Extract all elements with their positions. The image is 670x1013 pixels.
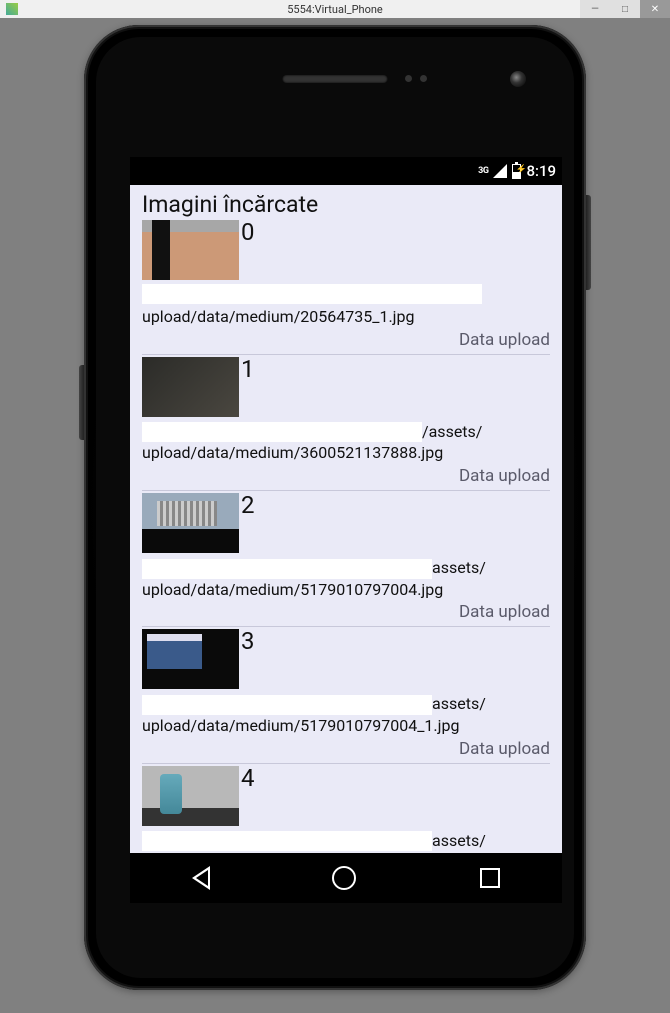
item-status: Data upload: [142, 600, 550, 622]
upload-list[interactable]: 0 upload/data/medium/20564735_1.jpg Data…: [130, 220, 562, 855]
network-type-icon: 3G: [478, 166, 488, 176]
item-url: upload/data/medium/20564735_1.jpg: [142, 284, 550, 328]
phone-bezel: 3G ⚡ 8:19 Imagini încărcate 0 uplo: [96, 37, 574, 978]
front-camera: [510, 71, 526, 87]
status-bar[interactable]: 3G ⚡ 8:19: [130, 157, 562, 185]
thumbnail-image[interactable]: [142, 629, 239, 689]
thumbnail-image[interactable]: [142, 766, 239, 826]
item-url: /assets/ upload/data/medium/360052113788…: [142, 421, 550, 464]
item-status: Data upload: [142, 737, 550, 759]
app-content[interactable]: Imagini încărcate 0 upload/data/medium/2…: [130, 185, 562, 892]
item-status: Data upload: [142, 464, 550, 486]
nav-back-button[interactable]: [192, 866, 208, 890]
list-item[interactable]: 2 assets/ upload/data/medium/51790107970…: [142, 493, 550, 627]
item-index: 2: [241, 493, 255, 517]
signal-icon: [493, 164, 507, 178]
battery-icon: ⚡: [512, 164, 521, 179]
window-controls: — □ ✕: [580, 0, 670, 18]
power-button[interactable]: [586, 195, 591, 290]
close-button[interactable]: ✕: [640, 0, 670, 18]
item-url: assets/ upload/data/medium/5179010797004…: [142, 693, 550, 736]
window-icon: [6, 3, 18, 15]
thumbnail-image[interactable]: [142, 493, 239, 553]
list-item[interactable]: 0 upload/data/medium/20564735_1.jpg Data…: [142, 220, 550, 355]
device-screen: 3G ⚡ 8:19 Imagini încărcate 0 uplo: [130, 157, 562, 892]
item-url: assets/: [142, 830, 550, 852]
volume-button[interactable]: [79, 365, 84, 440]
speaker-grille: [283, 75, 388, 83]
list-item[interactable]: 4 assets/: [142, 766, 550, 856]
item-index: 0: [241, 220, 255, 244]
status-bar-clock: 8:19: [526, 162, 556, 180]
nav-recent-button[interactable]: [480, 868, 500, 888]
emulator-window-titlebar: 5554:Virtual_Phone — □ ✕: [0, 0, 670, 18]
list-item[interactable]: 3 assets/ upload/data/medium/51790107970…: [142, 629, 550, 763]
item-index: 3: [241, 629, 255, 653]
thumbnail-image[interactable]: [142, 220, 239, 280]
item-url: assets/ upload/data/medium/5179010797004…: [142, 557, 550, 600]
maximize-button[interactable]: □: [610, 0, 640, 18]
item-index: 4: [241, 766, 255, 790]
window-title: 5554:Virtual_Phone: [287, 3, 383, 16]
thumbnail-image[interactable]: [142, 357, 239, 417]
nav-home-button[interactable]: [332, 866, 356, 890]
navigation-bar: [130, 853, 562, 903]
item-status: Data upload: [142, 328, 550, 350]
sensor-cluster: [405, 75, 427, 82]
page-title: Imagini încărcate: [130, 185, 562, 220]
phone-frame: 3G ⚡ 8:19 Imagini încărcate 0 uplo: [84, 25, 586, 990]
item-index: 1: [241, 357, 255, 381]
minimize-button[interactable]: —: [580, 0, 610, 18]
list-item[interactable]: 1 /assets/ upload/data/medium/3600521137…: [142, 357, 550, 491]
